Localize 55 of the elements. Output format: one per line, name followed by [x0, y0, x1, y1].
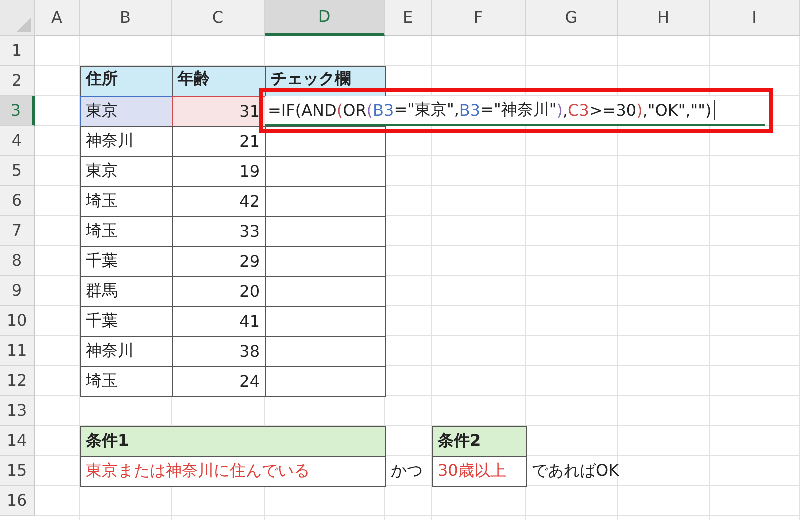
- table-cell: 神奈川: [80, 336, 173, 367]
- condition-text: 東京または神奈川に住んでいる: [80, 456, 386, 487]
- select-all-icon[interactable]: [17, 18, 31, 32]
- header-cell: 年齢: [172, 66, 266, 97]
- row-header[interactable]: 11: [0, 336, 35, 366]
- row-header[interactable]: 4: [0, 126, 35, 156]
- row-header[interactable]: 7: [0, 216, 35, 246]
- table-cell: 33: [172, 216, 266, 247]
- column-header[interactable]: E: [385, 0, 432, 36]
- table-cell: 31: [172, 96, 266, 127]
- table-cell: 29: [172, 246, 266, 277]
- table-cell: 千葉: [80, 306, 173, 337]
- table-cell: 埼玉: [80, 186, 173, 217]
- table-cell: 20: [172, 276, 266, 307]
- column-header[interactable]: A: [35, 0, 80, 36]
- row-header[interactable]: 8: [0, 246, 35, 276]
- formula-editor[interactable]: =IF(AND(OR(B3="東京",B3="神奈川"),C3>=30),"OK",""): [265, 96, 765, 126]
- column-header[interactable]: C: [172, 0, 265, 36]
- column-header[interactable]: H: [618, 0, 710, 36]
- table-cell: 東京: [80, 96, 173, 127]
- cell-text: であればOK: [531, 460, 620, 482]
- table-cell: 千葉: [80, 246, 173, 277]
- table-cell: 神奈川: [80, 126, 173, 157]
- table-cell: 42: [172, 186, 266, 217]
- column-header[interactable]: B: [80, 0, 172, 36]
- table-cell: 埼玉: [80, 216, 173, 247]
- table-cell: 19: [172, 156, 266, 187]
- table-cell: 21: [172, 126, 266, 157]
- header-cell: 住所: [80, 66, 173, 97]
- row-header[interactable]: 2: [0, 66, 35, 96]
- column-header[interactable]: G: [526, 0, 618, 36]
- row-header[interactable]: 9: [0, 276, 35, 306]
- row-header[interactable]: 3: [0, 96, 35, 126]
- condition-header: 条件1: [80, 426, 386, 457]
- row-header[interactable]: 5: [0, 156, 35, 186]
- column-header[interactable]: F: [432, 0, 526, 36]
- row-header[interactable]: 15: [0, 456, 35, 486]
- condition-text: 30歳以上: [432, 456, 527, 487]
- row-header[interactable]: 10: [0, 306, 35, 336]
- table-cell: 東京: [80, 156, 173, 187]
- row-header[interactable]: 16: [0, 486, 35, 516]
- row-header[interactable]: 12: [0, 366, 35, 396]
- table-cell: 埼玉: [80, 366, 173, 397]
- cell-text: かつ: [390, 460, 424, 482]
- table-cell: 24: [172, 366, 266, 397]
- table-cell: 群馬: [80, 276, 173, 307]
- row-header[interactable]: 14: [0, 426, 35, 456]
- column-header[interactable]: D: [265, 0, 385, 36]
- row-header[interactable]: 13: [0, 396, 35, 426]
- row-header[interactable]: 1: [0, 36, 35, 66]
- column-header[interactable]: I: [710, 0, 800, 36]
- condition-header: 条件2: [432, 426, 527, 457]
- table-cell: 41: [172, 306, 266, 337]
- table-cell: 38: [172, 336, 266, 367]
- row-header[interactable]: 6: [0, 186, 35, 216]
